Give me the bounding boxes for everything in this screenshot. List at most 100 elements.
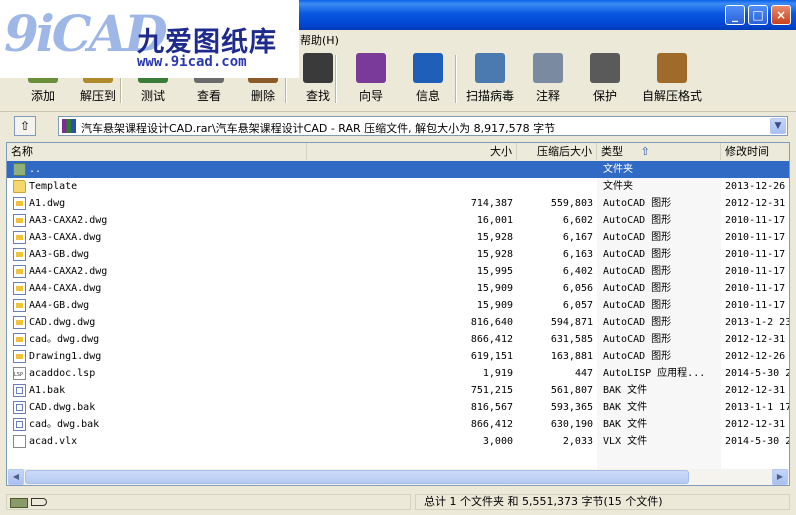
cell-size: 15,928 [476,232,513,243]
cell-type: AutoCAD 图形 [603,198,672,209]
cell-size: 619,151 [470,351,513,362]
column-type[interactable]: 类型 ⇧ [597,143,721,160]
cell-modified: 2012-12-31 [725,419,786,430]
column-name[interactable]: 名称 [7,143,307,160]
menu-help[interactable]: 帮助(H) [300,32,339,48]
status-bar: 总计 1 个文件夹 和 5,551,373 字节(15 个文件) [0,490,796,515]
cell-name: CAD.dwg.dwg [29,317,96,328]
chevron-down-icon[interactable]: ▼ [770,118,786,134]
cell-size: 16,001 [476,215,513,226]
cell-size [307,161,513,178]
cell-name: AA4-CAXA2.dwg [29,266,108,277]
toolbar-button-9[interactable]: 注释 [522,53,574,109]
cell-type: AutoCAD 图形 [603,351,672,362]
path-text: 汽车悬架课程设计CAD.rar\汽车悬架课程设计CAD - RAR 压缩文件, … [81,122,556,135]
file-dwg-icon [13,214,26,227]
cell-modified: 2010-11-17 [725,249,786,260]
file-row[interactable]: .. 文件夹 [7,161,789,178]
column-modified[interactable]: 修改时间 [721,143,789,160]
toolbar-button-label: 信息 [415,89,440,103]
cell-name: Template [29,181,78,192]
cell-packed: 163,881 [550,351,593,362]
horizontal-scrollbar[interactable]: ◀ ▶ [7,469,789,485]
file-row[interactable]: AA4-CAXA2.dwg 15,995 6,402 AutoCAD 图形 2010-1… [7,263,789,280]
toolbar-separator [335,55,337,103]
cell-packed: 447 [574,368,593,379]
file-row[interactable]: AA3-GB.dwg 15,928 6,163 AutoCAD 图形 2010-11-1… [7,246,789,263]
wizard-icon [356,53,386,83]
folder-icon [13,180,26,193]
cell-size: 866,412 [470,334,513,345]
drive-icon[interactable] [10,498,28,508]
toolbar-button-8[interactable]: 扫描病毒 [458,53,522,109]
file-bak-icon [13,384,26,397]
cell-packed: 6,056 [562,283,593,294]
toolbar-button-7[interactable]: 信息 [405,53,451,109]
cell-modified: 2010-11-17 [725,300,786,311]
cell-modified: 2014-5-30 2 [725,436,790,447]
path-combobox[interactable]: 汽车悬架课程设计CAD.rar\汽车悬架课程设计CAD - RAR 压缩文件, … [58,116,788,136]
cell-name: A1.bak [29,385,66,396]
key-icon[interactable] [31,498,47,506]
cell-size: 15,928 [476,249,513,260]
cell-modified: 2012-12-31 [725,334,786,345]
rar-archive-icon [62,119,76,133]
scroll-thumb[interactable] [25,470,689,484]
cell-name: .. [29,164,42,175]
file-dwg-icon [13,197,26,210]
scroll-right-button[interactable]: ▶ [772,469,788,485]
toolbar-button-10[interactable]: 保护 [580,53,630,109]
toolbar-button-label: 保护 [592,89,617,103]
file-row[interactable]: cad。dwg.bak 866,412 630,190 BAK 文件 2012-12-3… [7,416,789,433]
file-row[interactable]: acaddoc.lsp 1,919 447 AutoLISP 应用程... 2014-5… [7,365,789,382]
file-row[interactable]: AA3-CAXA2.dwg 16,001 6,602 AutoCAD 图形 2010-1… [7,212,789,229]
close-button[interactable]: × [771,5,791,25]
cell-packed: 6,167 [562,232,593,243]
cell-size: 15,909 [476,300,513,311]
cell-size: 714,387 [470,198,513,209]
comment-icon [533,53,563,83]
column-size-label: 大小 [490,145,512,158]
cell-packed: 561,807 [550,385,593,396]
file-row[interactable]: A1.bak 751,215 561,807 BAK 文件 2012-12-31 [7,382,789,399]
up-folder-button[interactable]: ⇧ [14,116,36,136]
file-row[interactable]: AA4-GB.dwg 15,909 6,057 AutoCAD 图形 2010-11-1… [7,297,789,314]
virus-scan-icon [475,53,505,83]
toolbar-button-6[interactable]: 向导 [346,53,396,109]
scroll-left-button[interactable]: ◀ [8,469,24,485]
toolbar-button-11[interactable]: 自解压格式 [632,53,712,109]
cell-name: AA4-GB.dwg [29,300,90,311]
cell-packed: 6,402 [562,266,593,277]
cell-name: AA3-CAXA.dwg [29,232,102,243]
file-row[interactable]: CAD.dwg.bak 816,567 593,365 BAK 文件 2013-1-1 … [7,399,789,416]
cell-type: AutoCAD 图形 [603,215,672,226]
sort-ascending-icon: ⇧ [640,145,650,158]
file-row[interactable]: AA4-CAXA.dwg 15,909 6,056 AutoCAD 图形 2010-11… [7,280,789,297]
file-row[interactable]: AA3-CAXA.dwg 15,928 6,167 AutoCAD 图形 2010-11… [7,229,789,246]
file-row[interactable]: A1.dwg 714,387 559,803 AutoCAD 图形 2012-12-31 [7,195,789,212]
file-row[interactable]: acad.vlx 3,000 2,033 VLX 文件 2014-5-30 2 [7,433,789,450]
maximize-button[interactable]: □ [748,5,768,25]
minimize-button[interactable]: _ [725,5,745,25]
cell-type: AutoCAD 图形 [603,334,672,345]
cell-packed: 6,602 [562,215,593,226]
column-size[interactable]: 大小 [307,143,517,160]
cell-modified: 2012-12-31 [725,385,786,396]
cell-modified: 2010-11-17 [725,215,786,226]
cell-packed [517,178,593,195]
file-dwg-icon [13,231,26,244]
cell-name: AA3-GB.dwg [29,249,90,260]
toolbar-button-label: 自解压格式 [641,89,702,103]
protect-icon [590,53,620,83]
file-row[interactable]: cad。dwg.dwg 866,412 631,585 AutoCAD 图形 2012-… [7,331,789,348]
cell-type: AutoCAD 图形 [603,317,672,328]
column-header-row: 名称 大小 压缩后大小 类型 ⇧ 修改时间 [7,143,789,162]
cell-size: 15,995 [476,266,513,277]
file-row[interactable]: Template 文件夹 2013-12-26 [7,178,789,195]
status-summary: 总计 1 个文件夹 和 5,551,373 字节(15 个文件) [415,494,790,510]
folder-icon [13,163,26,176]
cell-packed: 594,871 [550,317,593,328]
file-row[interactable]: CAD.dwg.dwg 816,640 594,871 AutoCAD 图形 2013-… [7,314,789,331]
file-row[interactable]: Drawing1.dwg 619,151 163,881 AutoCAD 图形 2012… [7,348,789,365]
column-packed[interactable]: 压缩后大小 [517,143,597,160]
